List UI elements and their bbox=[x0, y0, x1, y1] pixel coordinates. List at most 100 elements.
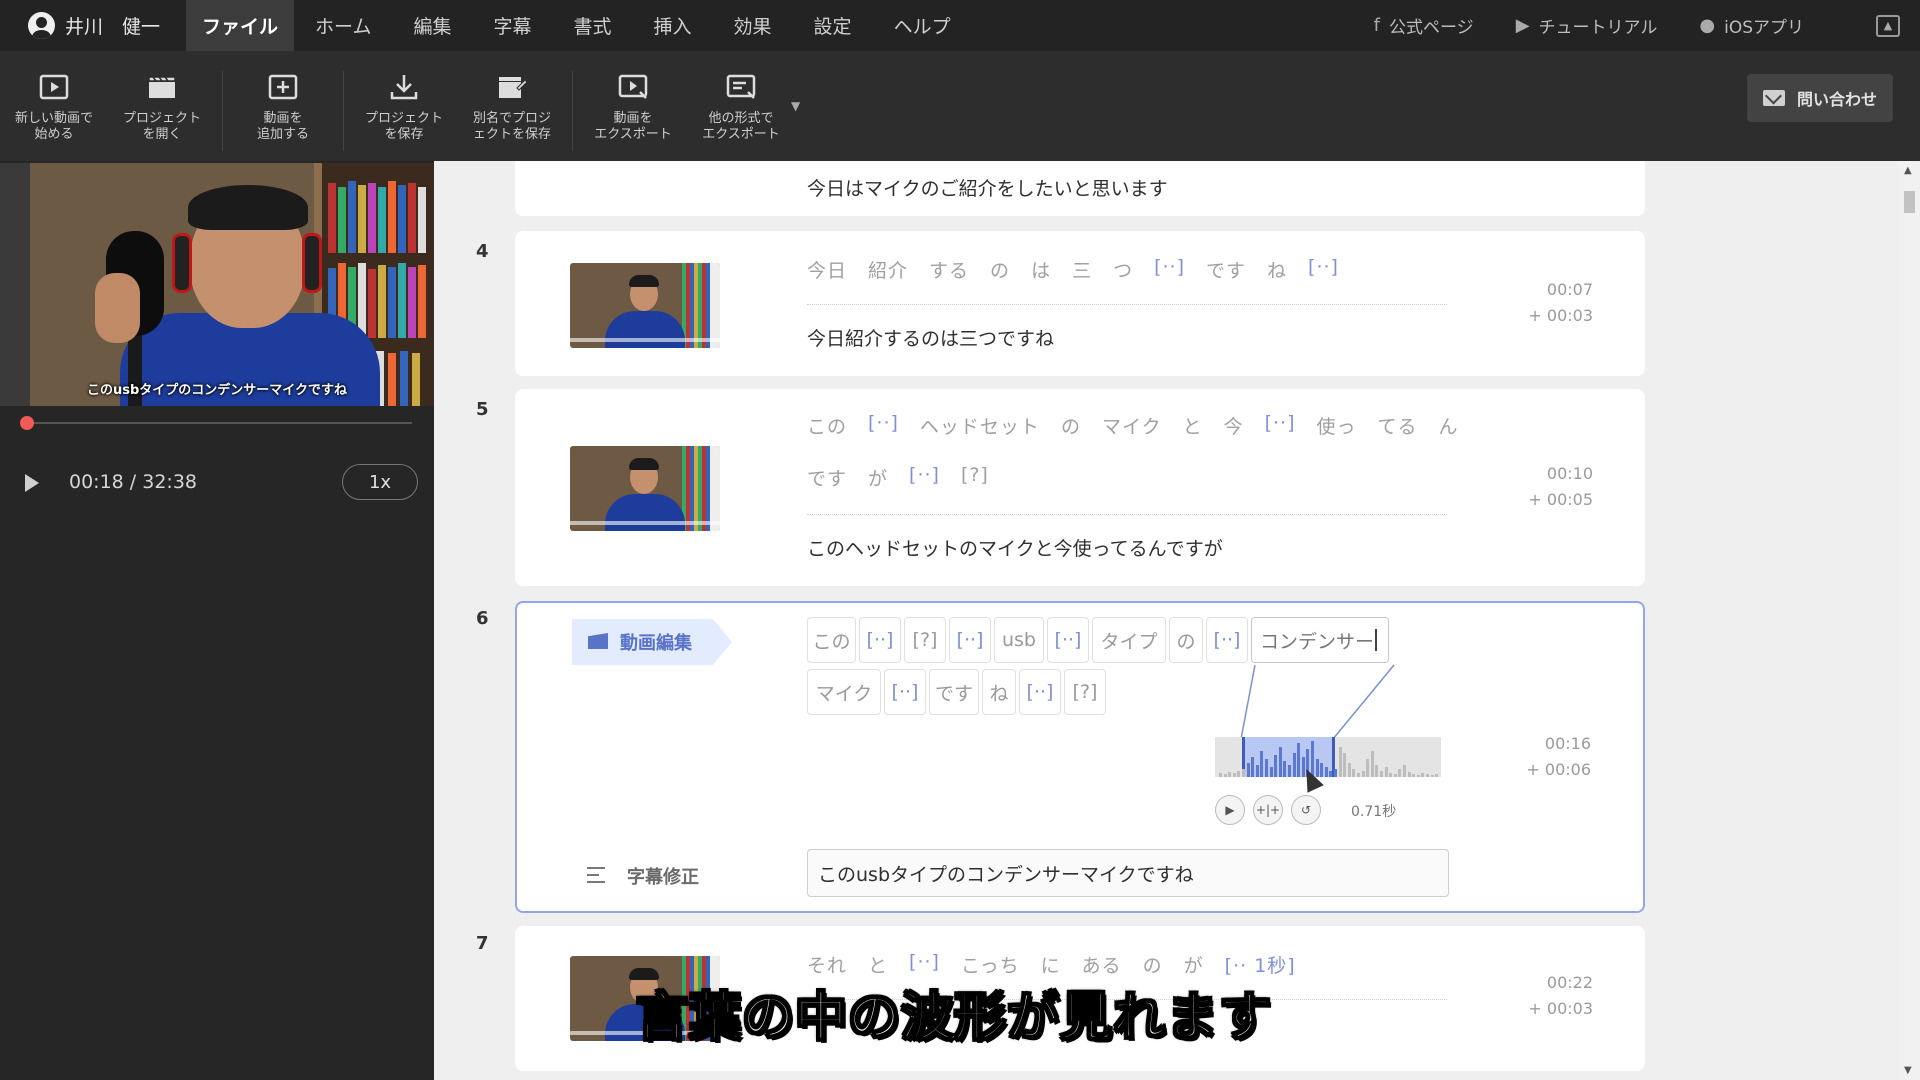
menu-format[interactable]: 書式 bbox=[553, 0, 633, 51]
word-token[interactable]: それ bbox=[807, 951, 847, 978]
silence-chip[interactable]: [··] bbox=[1019, 669, 1061, 715]
scrollbar-thumb[interactable] bbox=[1904, 191, 1915, 213]
unknown-chip[interactable]: [?] bbox=[1064, 669, 1106, 715]
user-menu[interactable]: 井川 健一 bbox=[0, 0, 186, 51]
menu-edit[interactable]: 編集 bbox=[392, 0, 472, 51]
waveform-split-button[interactable]: +|+ bbox=[1253, 795, 1283, 825]
word-token[interactable]: つ bbox=[1113, 256, 1133, 283]
scroll-up-icon[interactable]: ▲ bbox=[1904, 165, 1912, 176]
word-token[interactable]: ヘッドセット bbox=[920, 412, 1040, 439]
word-token[interactable]: ん bbox=[1439, 412, 1459, 439]
word-token[interactable]: が bbox=[868, 464, 888, 491]
silence-token[interactable]: [··] bbox=[909, 464, 940, 491]
word-token[interactable]: の bbox=[1061, 412, 1081, 439]
word-token[interactable]: です bbox=[807, 464, 847, 491]
video-preview[interactable]: このusbタイプのコンデンサーマイクですね bbox=[0, 163, 434, 406]
unknown-chip[interactable]: [?] bbox=[904, 617, 946, 663]
word-token[interactable]: に bbox=[1041, 951, 1061, 978]
waveform-reset-button[interactable]: ↺ bbox=[1291, 795, 1321, 825]
word-token[interactable]: です bbox=[1206, 256, 1246, 283]
word-token[interactable]: こっち bbox=[961, 951, 1020, 978]
word-chip[interactable]: の bbox=[1169, 617, 1203, 663]
export-other-button[interactable]: 他の形式で エクスポート bbox=[687, 71, 795, 143]
word-chip[interactable]: マイク bbox=[807, 669, 881, 715]
word-chip[interactable]: ね bbox=[982, 669, 1016, 715]
menu-insert[interactable]: 挿入 bbox=[633, 0, 713, 51]
video-edit-tab[interactable]: 動画編集 bbox=[572, 619, 732, 665]
silence-chip[interactable]: [··] bbox=[949, 617, 991, 663]
silence-chip[interactable]: [··] bbox=[884, 669, 926, 715]
export-video-button[interactable]: 動画を エクスポート bbox=[579, 71, 687, 143]
silence-token[interactable]: [··] bbox=[1154, 256, 1185, 283]
scroll-down-icon[interactable]: ▼ bbox=[1904, 1065, 1912, 1076]
word-token[interactable]: と bbox=[868, 951, 888, 978]
subtitle-fix-input[interactable]: このusbタイプのコンデンサーマイクですね bbox=[807, 849, 1449, 897]
word-token[interactable]: の bbox=[1143, 951, 1163, 978]
unknown-token[interactable]: [?] bbox=[961, 464, 989, 491]
row-thumbnail[interactable] bbox=[570, 263, 720, 348]
silence-token[interactable]: [·· 1秒] bbox=[1225, 951, 1296, 978]
word-token[interactable]: は bbox=[1031, 256, 1051, 283]
subtitle-row-3[interactable]: 今日はマイクのご紹介をしたいと思います bbox=[515, 161, 1645, 216]
silence-token[interactable]: [··] bbox=[1308, 256, 1339, 283]
word-token[interactable]: ね bbox=[1267, 256, 1287, 283]
menu-subtitles[interactable]: 字幕 bbox=[472, 0, 552, 51]
word-token[interactable]: ある bbox=[1082, 951, 1122, 978]
add-video-label-2: 追加する bbox=[256, 127, 309, 142]
word-token[interactable]: と bbox=[1183, 412, 1203, 439]
official-page-link[interactable]: f 公式ページ bbox=[1374, 13, 1474, 38]
waveform-play-button[interactable]: ▶ bbox=[1215, 795, 1245, 825]
subtitle-row-4[interactable]: 今日 紹介 する の は 三 つ [··] です ね [··] 今日紹介するのは… bbox=[515, 231, 1645, 376]
subtitle-text[interactable]: このヘッドセットのマイクと今使ってるんですが bbox=[807, 534, 1223, 561]
word-token[interactable]: 紹介 bbox=[868, 256, 908, 283]
word-token[interactable]: 使っ bbox=[1317, 412, 1357, 439]
menu-home[interactable]: ホーム bbox=[294, 0, 392, 51]
tutorial-link[interactable]: ▶ チュートリアル bbox=[1516, 13, 1658, 38]
word-token[interactable]: この bbox=[807, 412, 847, 439]
row-thumbnail[interactable] bbox=[570, 446, 720, 531]
word-token[interactable]: 三 bbox=[1072, 256, 1092, 283]
silence-token[interactable]: [··] bbox=[909, 951, 940, 978]
silence-token[interactable]: [··] bbox=[868, 412, 899, 439]
menu-effects[interactable]: 効果 bbox=[713, 0, 793, 51]
save-project-button[interactable]: プロジェクト を保存 bbox=[350, 71, 458, 143]
menu-settings[interactable]: 設定 bbox=[793, 0, 873, 51]
waveform-bar bbox=[1343, 753, 1347, 777]
seek-handle[interactable] bbox=[20, 416, 35, 430]
menu-file[interactable]: ファイル bbox=[186, 0, 295, 51]
subtitle-row-5[interactable]: この [··] ヘッドセット の マイク と 今 [··] 使っ てる ん です… bbox=[515, 389, 1645, 586]
play-icon[interactable] bbox=[25, 474, 39, 492]
word-chip[interactable]: この bbox=[807, 617, 856, 663]
ios-app-link[interactable]: ● iOSアプリ bbox=[1699, 13, 1804, 38]
silence-token[interactable]: [··] bbox=[1265, 412, 1296, 439]
contact-button[interactable]: 問い合わせ bbox=[1747, 74, 1893, 122]
save-as-button[interactable]: 別名でプロジ ェクトを保存 bbox=[458, 71, 566, 143]
subtitle-row-6[interactable]: 動画編集 この [··] [?] [··] usb [··] タイプ の [··… bbox=[515, 601, 1645, 913]
seek-bar[interactable] bbox=[24, 422, 412, 424]
word-token[interactable]: 今 bbox=[1224, 412, 1244, 439]
export-dropdown-caret-icon[interactable]: ▼ bbox=[791, 99, 800, 113]
save-project-label-2: を保存 bbox=[384, 127, 424, 142]
word-chip[interactable]: です bbox=[929, 669, 979, 715]
silence-chip[interactable]: [··] bbox=[1206, 617, 1248, 663]
silence-chip[interactable]: [··] bbox=[859, 617, 901, 663]
menu-help[interactable]: ヘルプ bbox=[873, 0, 972, 51]
word-chip[interactable]: usb bbox=[994, 617, 1044, 663]
word-chip[interactable]: タイプ bbox=[1092, 617, 1166, 663]
editing-word-chip[interactable]: コンデンサー bbox=[1251, 617, 1389, 663]
word-token[interactable]: マイク bbox=[1102, 412, 1162, 439]
subtitle-text[interactable]: 今日紹介するのは三つですね bbox=[807, 324, 1054, 351]
silence-chip[interactable]: [··] bbox=[1047, 617, 1089, 663]
waveform[interactable] bbox=[1215, 737, 1441, 777]
word-token[interactable]: する bbox=[929, 256, 969, 283]
new-video-button[interactable]: 新しい動画で 始める bbox=[0, 71, 108, 143]
add-video-button[interactable]: 動画を 追加する bbox=[229, 71, 337, 143]
list-scrollbar[interactable]: ▲ ▼ bbox=[1898, 161, 1920, 1080]
word-token[interactable]: 今日 bbox=[807, 256, 847, 283]
word-token[interactable]: の bbox=[990, 256, 1010, 283]
playback-speed-button[interactable]: 1x bbox=[342, 464, 418, 500]
collapse-toolbar-button[interactable]: ▲ bbox=[1876, 14, 1900, 37]
open-project-button[interactable]: プロジェクト を開く bbox=[108, 71, 216, 143]
word-token[interactable]: が bbox=[1184, 951, 1204, 978]
word-token[interactable]: てる bbox=[1378, 412, 1418, 439]
